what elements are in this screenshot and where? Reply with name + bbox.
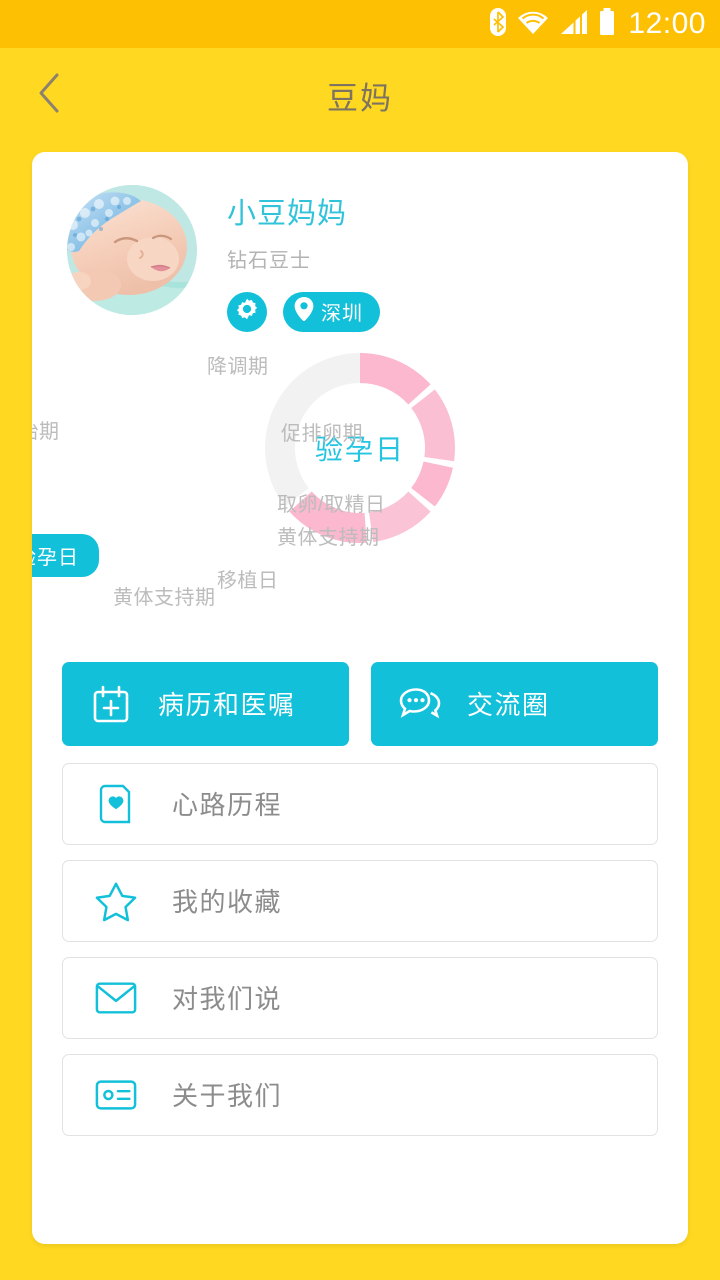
menu-item-favorites-label: 我的收藏 <box>172 887 283 918</box>
menu-item-about[interactable]: 关于我们 <box>62 1053 658 1136</box>
primary-actions: 病历和医嘱 交流圈 <box>32 661 688 746</box>
menu-item-feedback-label: 对我们说 <box>172 984 283 1015</box>
main-card: 小豆妈妈 钻石豆士 深圳 验孕日 降调期 促排卵期 取卵/取精日 黄体支持期 移… <box>32 152 688 1244</box>
status-bar-clock: 12:00 <box>628 7 706 40</box>
action-medical-records-label: 病历和医嘱 <box>158 690 296 721</box>
chevron-left-icon <box>37 72 61 119</box>
location-pin-icon <box>293 296 315 327</box>
donut-segment[interactable] <box>411 389 455 462</box>
profile-section: 小豆妈妈 钻石豆士 深圳 <box>32 152 688 332</box>
profile-name: 小豆妈妈 <box>227 198 348 230</box>
star-outline-icon <box>95 880 137 922</box>
chart-label-yizhiri: 移植日 <box>217 569 279 592</box>
battery-icon <box>598 7 616 41</box>
envelope-icon <box>95 977 137 1019</box>
donut-segment[interactable] <box>360 352 431 405</box>
chart-label-cupailuanqi: 促排卵期 <box>281 422 363 445</box>
chart-label-huangtiqi-right: 黄体支持期 <box>277 526 380 549</box>
chart-label-qiuluanri: 取卵/取精日 <box>277 493 386 516</box>
chart-label-jiangtiaoqi: 降调期 <box>207 355 269 378</box>
cycle-chart: 验孕日 降调期 促排卵期 取卵/取精日 黄体支持期 移植日 黄体支持期 保胎期 … <box>32 352 688 652</box>
bluetooth-icon <box>490 7 507 41</box>
signal-icon <box>560 9 588 40</box>
donut-segment[interactable] <box>411 461 453 507</box>
settings-button[interactable] <box>227 291 267 332</box>
page-title: 豆妈 <box>327 81 393 116</box>
location-button[interactable]: 深圳 <box>283 291 380 332</box>
location-label: 深圳 <box>321 303 363 326</box>
avatar[interactable] <box>67 185 197 315</box>
calendar-plus-icon <box>90 683 132 725</box>
action-community[interactable]: 交流圈 <box>371 661 658 746</box>
gear-icon <box>235 297 259 326</box>
menu-item-about-label: 关于我们 <box>172 1081 283 1112</box>
menu-item-journey[interactable]: 心路历程 <box>62 762 658 845</box>
action-medical-records[interactable]: 病历和医嘱 <box>62 661 349 746</box>
chart-label-baotaiqi: 保胎期 <box>32 420 60 443</box>
profile-actions: 深圳 <box>227 291 380 332</box>
menu-list: 心路历程 我的收藏 对我们说 关于我们 <box>32 762 688 1136</box>
profile-info: 小豆妈妈 钻石豆士 深圳 <box>227 185 380 332</box>
profile-rank: 钻石豆士 <box>227 249 311 272</box>
wifi-icon <box>516 9 550 40</box>
id-card-icon <box>95 1074 137 1116</box>
status-bar: 12:00 <box>0 0 720 48</box>
back-button[interactable] <box>26 73 72 119</box>
status-bar-icons <box>490 7 616 41</box>
nav-bar: 豆妈 <box>0 48 720 143</box>
sleeping-baby-photo <box>67 185 197 315</box>
current-stage-badge[interactable]: 验孕日 <box>32 533 99 577</box>
menu-item-favorites[interactable]: 我的收藏 <box>62 859 658 942</box>
chart-label-huangtiqi-bottom: 黄体支持期 <box>113 586 216 609</box>
menu-item-feedback[interactable]: 对我们说 <box>62 956 658 1039</box>
document-heart-icon <box>95 783 137 825</box>
action-community-label: 交流圈 <box>467 690 550 721</box>
chat-bubbles-icon <box>399 683 441 725</box>
menu-item-journey-label: 心路历程 <box>172 790 283 821</box>
